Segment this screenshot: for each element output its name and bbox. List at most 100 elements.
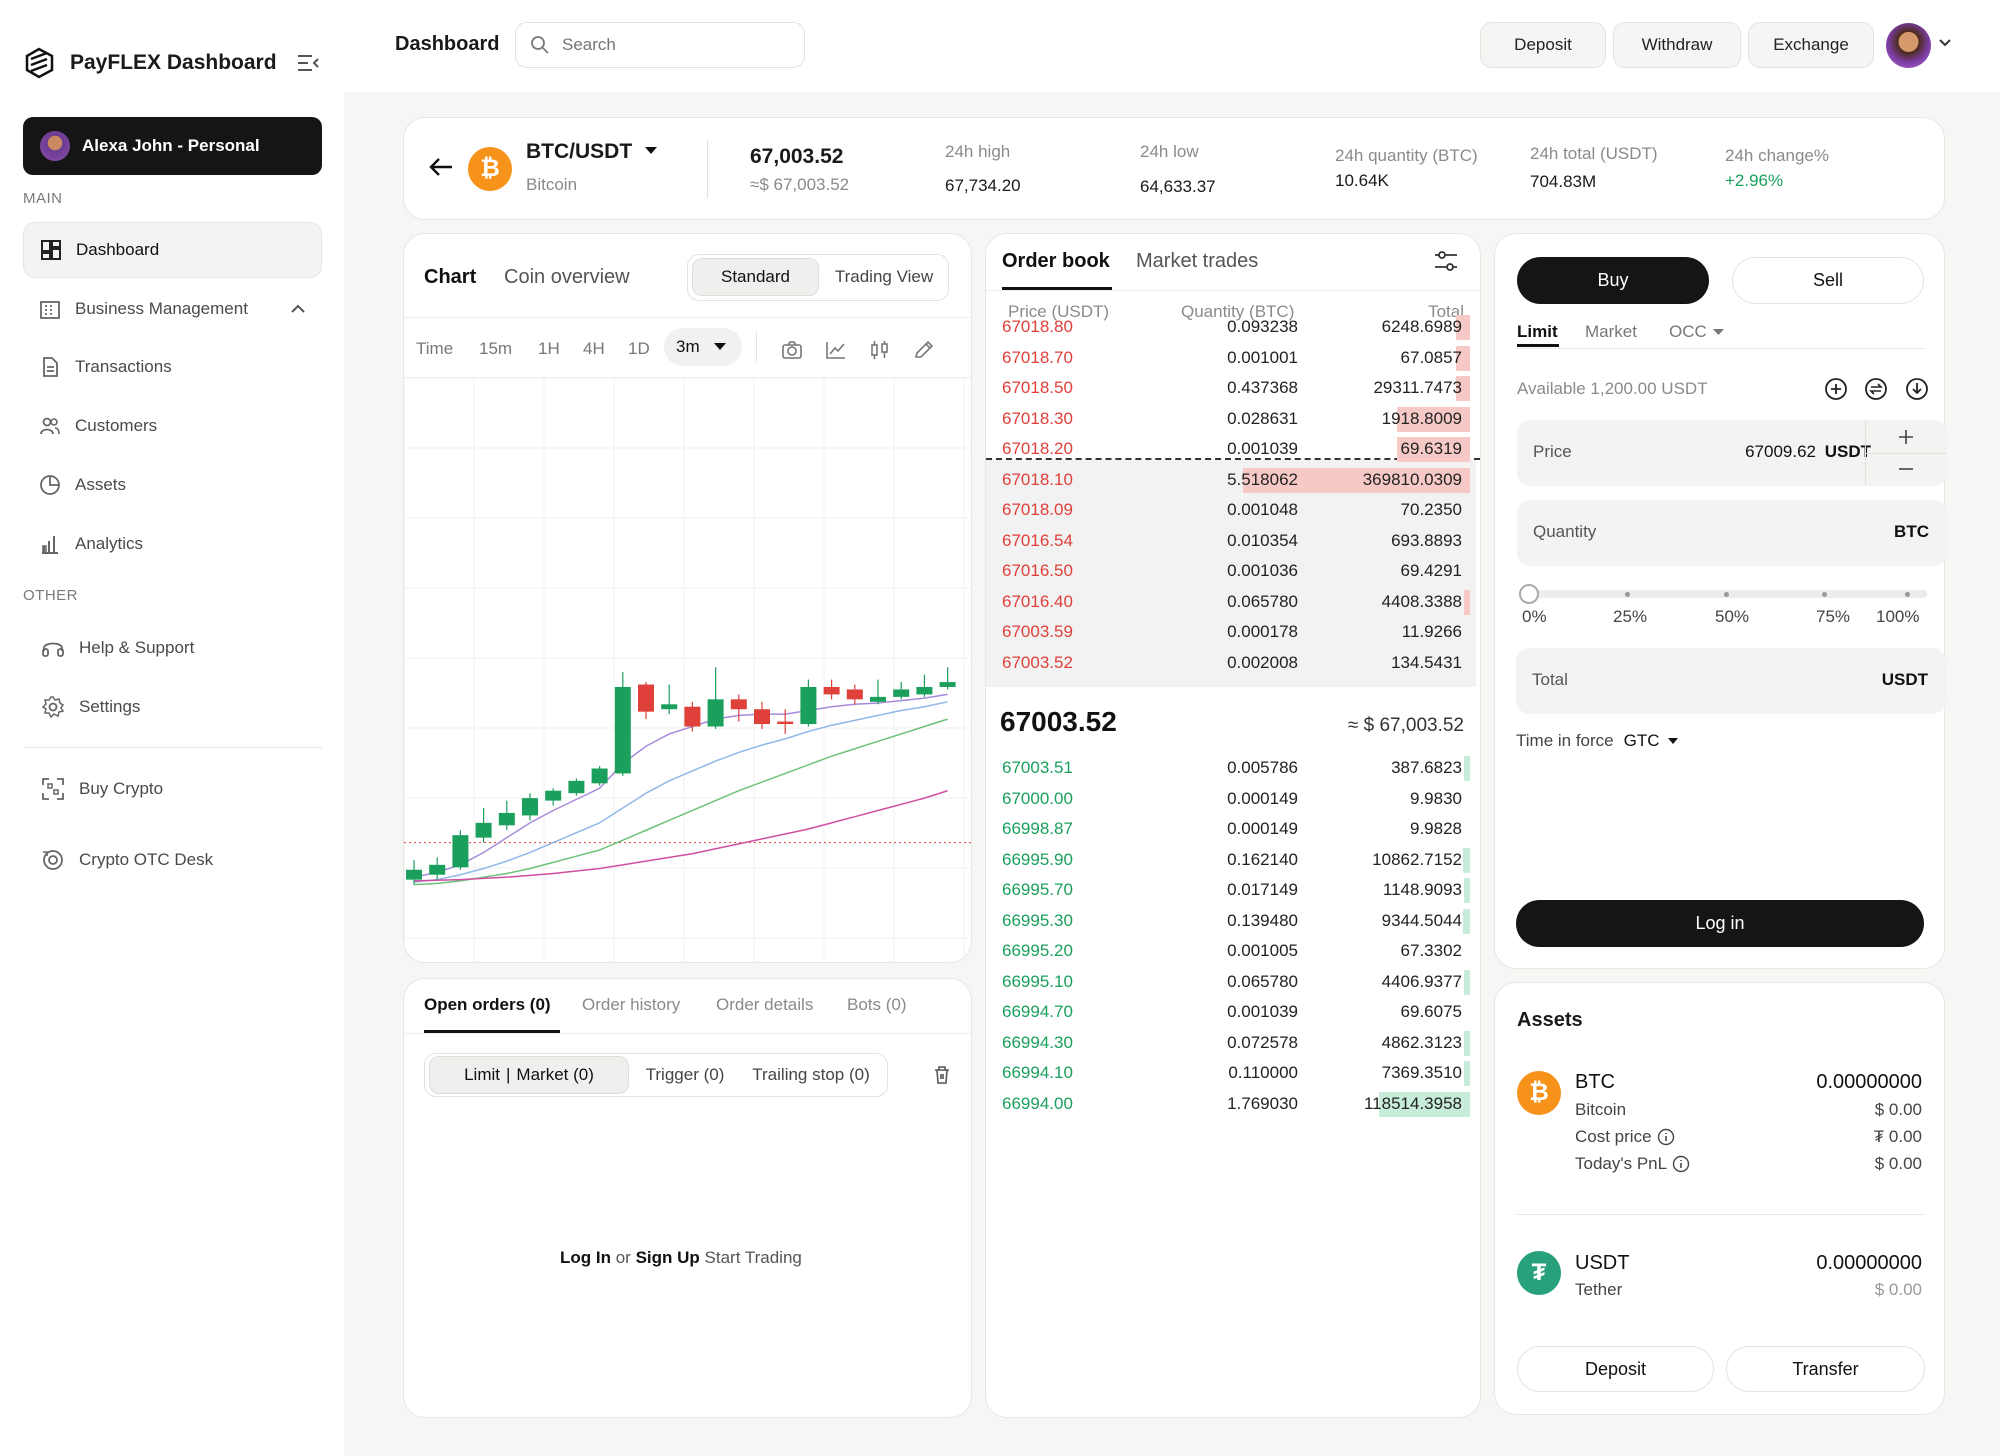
filter-settings-icon[interactable] <box>1433 249 1459 273</box>
trailing-stop-filter[interactable]: Trailing stop (0) <box>741 1056 881 1094</box>
plus-icon[interactable] <box>1897 428 1915 446</box>
tab-order-details[interactable]: Order details <box>716 995 813 1015</box>
sidebar-item-help-support[interactable]: Help & Support <box>23 620 322 676</box>
timeframe-15m[interactable]: 15m <box>479 339 512 359</box>
order-tab-limit[interactable]: Limit <box>1517 322 1558 342</box>
bid-row[interactable]: 66994.10 0.110000 7369.3510 <box>986 1058 1476 1088</box>
add-circle-icon[interactable] <box>1824 377 1848 401</box>
candle[interactable] <box>893 682 910 700</box>
slider-stop-100[interactable] <box>1905 592 1910 597</box>
sidebar-item-dashboard[interactable]: Dashboard <box>23 222 322 278</box>
ask-row[interactable]: 67003.59 0.000178 11.9266 <box>986 617 1476 647</box>
timeframe-1h[interactable]: 1H <box>538 339 560 359</box>
sidebar-item-crypto-otc-desk[interactable]: Crypto OTC Desk <box>23 832 322 888</box>
search-input[interactable] <box>562 35 782 55</box>
back-arrow-icon[interactable] <box>428 156 454 178</box>
price-chart[interactable] <box>404 378 971 962</box>
login-button[interactable]: Log in <box>1516 900 1924 947</box>
bid-row[interactable]: 66995.90 0.162140 10862.7152 <box>986 845 1476 875</box>
bid-row[interactable]: 66994.30 0.072578 4862.3123 <box>986 1028 1476 1058</box>
trading-view-button[interactable]: Trading View <box>823 258 945 296</box>
candle[interactable] <box>591 766 608 786</box>
candle[interactable] <box>475 808 492 843</box>
candle[interactable] <box>846 684 863 705</box>
candle[interactable] <box>498 800 515 831</box>
bid-row[interactable]: 66995.10 0.065780 4406.9377 <box>986 967 1476 997</box>
search-box[interactable] <box>515 22 805 68</box>
swap-circle-icon[interactable] <box>1864 377 1888 401</box>
bid-row[interactable]: 66995.70 0.017149 1148.9093 <box>986 875 1476 905</box>
sidebar-item-assets[interactable]: Assets <box>23 457 322 513</box>
sidebar-item-settings[interactable]: Settings <box>23 679 322 735</box>
slider-stop-25[interactable] <box>1625 592 1630 597</box>
sidebar-item-business-management[interactable]: Business Management <box>23 281 322 337</box>
timeframe-1d[interactable]: 1D <box>628 339 650 359</box>
sell-button[interactable]: Sell <box>1732 257 1924 304</box>
candle[interactable] <box>638 682 654 720</box>
trash-icon[interactable] <box>933 1065 951 1085</box>
line-chart-icon[interactable] <box>825 340 847 360</box>
bid-row[interactable]: 66994.00 1.769030 118514.3958 <box>986 1089 1476 1119</box>
collapse-sidebar-icon[interactable] <box>296 52 320 74</box>
candle[interactable] <box>916 674 933 697</box>
amount-slider-handle[interactable] <box>1519 584 1539 604</box>
trigger-filter[interactable]: Trigger (0) <box>635 1056 735 1094</box>
standard-view-button[interactable]: Standard <box>692 258 819 296</box>
tab-order-book[interactable]: Order book <box>1002 250 1110 273</box>
tab-open-orders[interactable]: Open orders (0) <box>424 995 551 1015</box>
profile-switcher[interactable]: Alexa John - Personal <box>23 117 322 175</box>
chevron-up-icon[interactable] <box>290 304 306 314</box>
minus-icon[interactable] <box>1897 460 1915 478</box>
timeframe-4h[interactable]: 4H <box>583 339 605 359</box>
tab-chart[interactable]: Chart <box>424 266 476 289</box>
order-tab-market[interactable]: Market <box>1585 322 1637 342</box>
quantity-field[interactable]: Quantity BTC <box>1517 500 1947 566</box>
caret-down-icon[interactable] <box>644 146 658 156</box>
candle[interactable] <box>568 778 585 796</box>
ask-row[interactable]: 67018.20 0.001039 69.6319 <box>986 434 1476 464</box>
buy-button[interactable]: Buy <box>1517 257 1709 304</box>
asset-transfer-button[interactable]: Transfer <box>1726 1346 1925 1392</box>
slider-stop-75[interactable] <box>1822 592 1827 597</box>
order-tab-occ[interactable]: OCC <box>1669 322 1724 342</box>
candle[interactable] <box>754 701 770 729</box>
ask-row[interactable]: 67016.50 0.001036 69.4291 <box>986 556 1476 586</box>
sidebar-item-analytics[interactable]: Analytics <box>23 516 322 572</box>
download-circle-icon[interactable] <box>1905 377 1929 401</box>
percent-25[interactable]: 25% <box>1613 607 1647 627</box>
tab-bots[interactable]: Bots (0) <box>847 995 907 1015</box>
tab-market-trades[interactable]: Market trades <box>1136 250 1258 273</box>
candle[interactable] <box>823 679 840 700</box>
tif-select[interactable]: GTC <box>1624 731 1678 751</box>
limit-market-filter[interactable]: Limit | Market (0) <box>429 1056 629 1094</box>
tab-order-history[interactable]: Order history <box>582 995 680 1015</box>
percent-0[interactable]: 0% <box>1522 607 1547 627</box>
bid-row[interactable]: 66995.20 0.001005 67.3302 <box>986 936 1476 966</box>
ask-row[interactable]: 67016.40 0.065780 4408.3388 <box>986 587 1476 617</box>
candle[interactable] <box>870 679 886 705</box>
bid-row[interactable]: 67003.51 0.005786 387.6823 <box>986 753 1476 783</box>
candle[interactable] <box>939 667 956 690</box>
slider-stop-50[interactable] <box>1724 592 1729 597</box>
pencil-icon[interactable] <box>913 340 935 360</box>
ask-row[interactable]: 67018.80 0.093238 6248.6989 <box>986 312 1476 342</box>
candle[interactable] <box>684 701 701 732</box>
deposit-button[interactable]: Deposit <box>1480 22 1606 68</box>
sidebar-item-customers[interactable]: Customers <box>23 398 322 454</box>
ask-row[interactable]: 67018.10 5.518062 369810.0309 <box>986 465 1476 495</box>
sidebar-item-transactions[interactable]: Transactions <box>23 339 322 395</box>
timeframe-selected[interactable]: 3m <box>664 328 742 366</box>
exchange-button[interactable]: Exchange <box>1748 22 1874 68</box>
total-field[interactable]: Total USDT <box>1516 648 1946 714</box>
candle[interactable] <box>429 857 446 880</box>
bid-row[interactable]: 66994.70 0.001039 69.6075 <box>986 997 1476 1027</box>
bid-row[interactable]: 66995.30 0.139480 9344.5044 <box>986 906 1476 936</box>
ask-row[interactable]: 67018.09 0.001048 70.2350 <box>986 495 1476 525</box>
ask-row[interactable]: 67018.30 0.028631 1918.8009 <box>986 404 1476 434</box>
percent-50[interactable]: 50% <box>1715 607 1749 627</box>
candle[interactable] <box>452 830 469 870</box>
asset-deposit-button[interactable]: Deposit <box>1517 1346 1714 1392</box>
bid-row[interactable]: 66998.87 0.000149 9.9828 <box>986 814 1476 844</box>
sidebar-item-buy-crypto[interactable]: Buy Crypto <box>23 761 322 817</box>
signup-link[interactable]: Sign Up <box>636 1248 700 1267</box>
